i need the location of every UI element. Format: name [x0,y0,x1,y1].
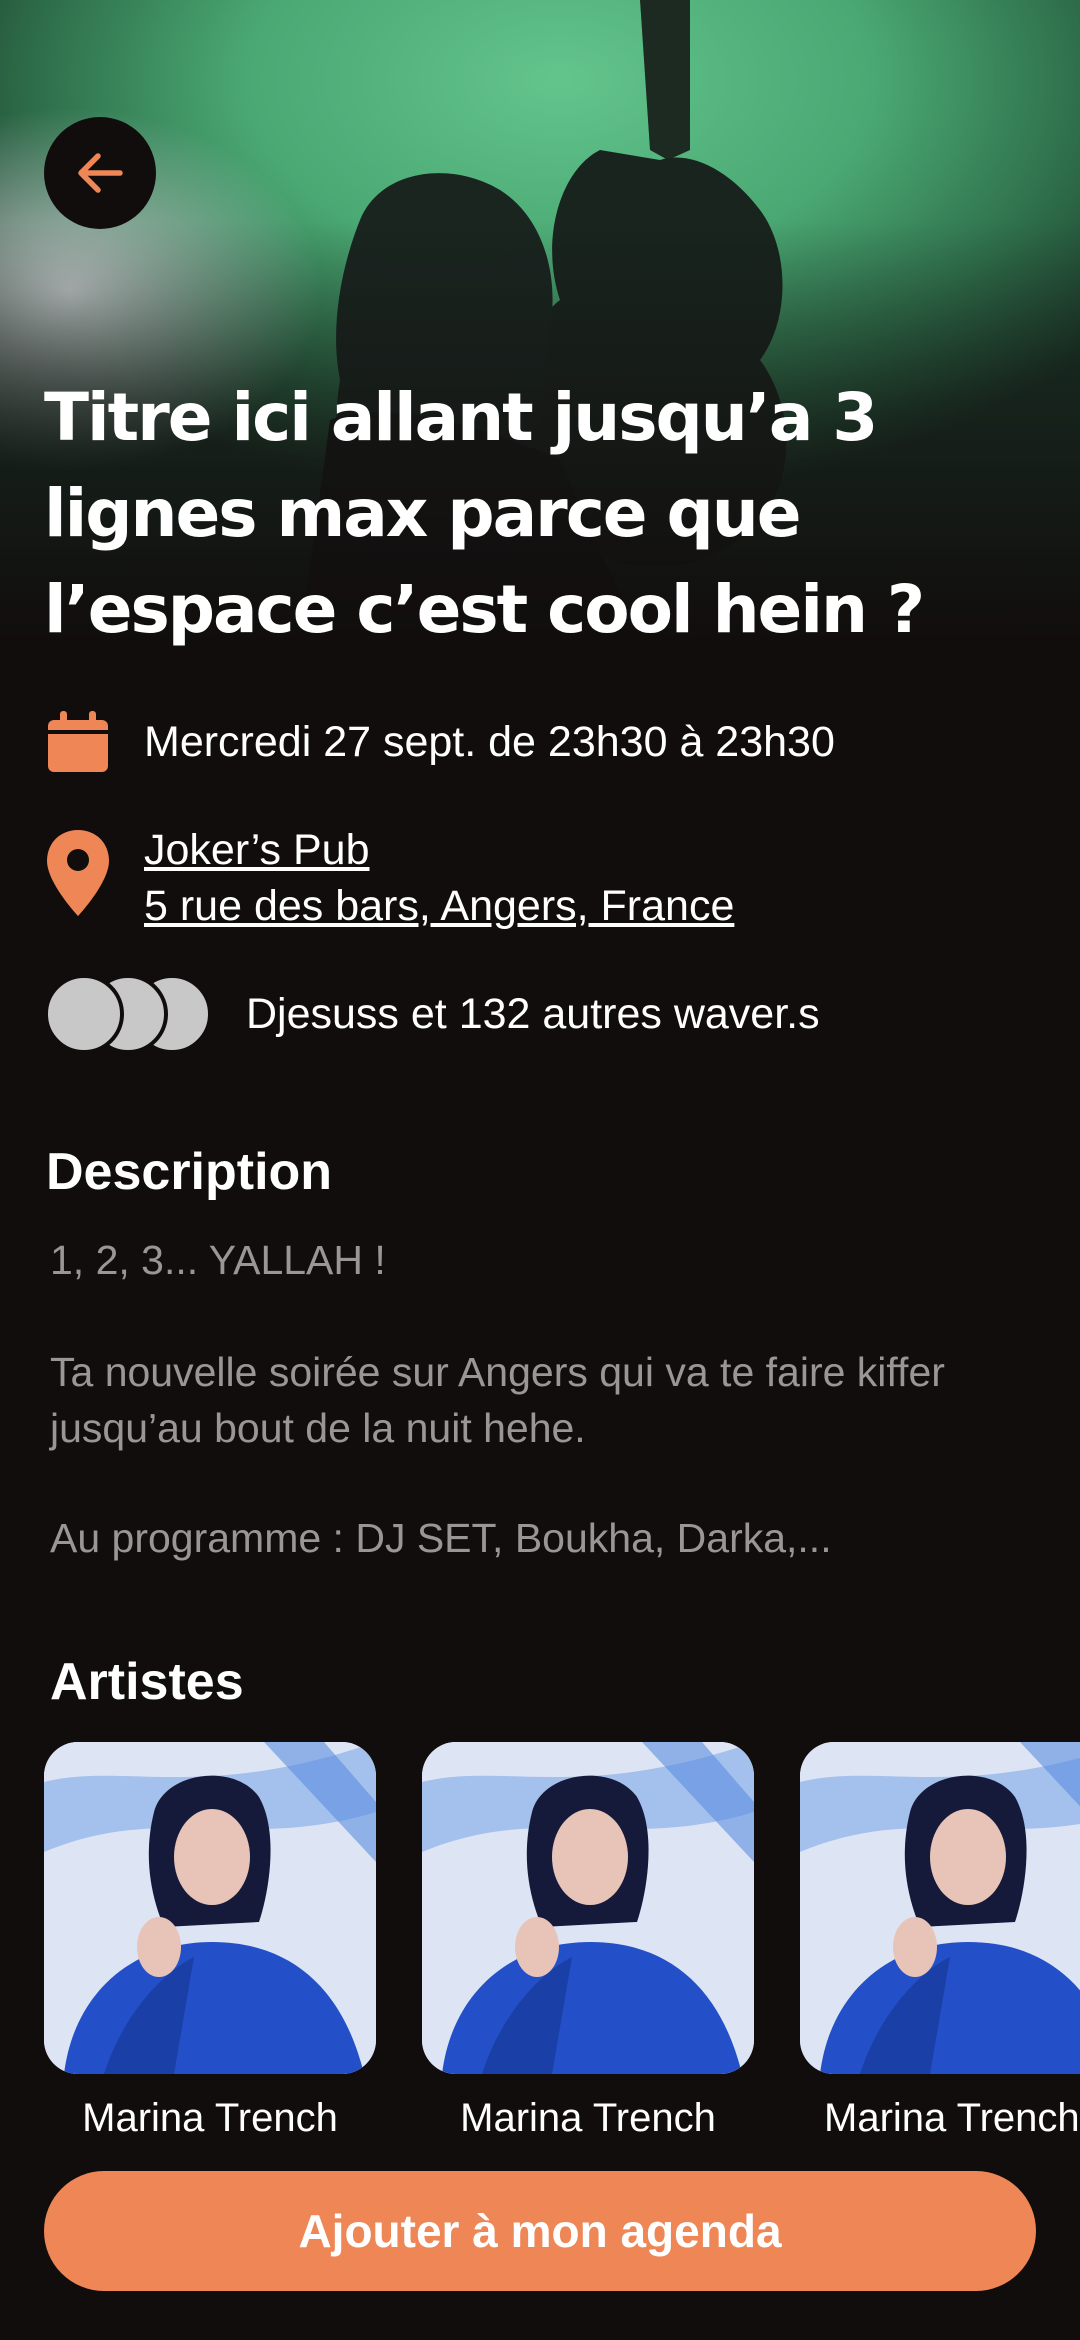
attendee-avatars [44,974,212,1054]
event-date-text: Mercredi 27 sept. de 23h30 à 23h30 [144,717,835,766]
calendar-icon [48,711,108,772]
attendees-row[interactable]: Djesuss et 132 autres waver.s [44,974,820,1054]
description-paragraph: Ta nouvelle soirée sur Angers qui va te … [50,1349,945,1451]
venue-address[interactable]: 5 rue des bars, Angers, France [144,878,734,934]
description-program: Au programme : DJ SET, Boukha, Darka,... [50,1515,832,1561]
artist-name: Marina Trench [824,2096,1080,2140]
location-pin-icon [47,830,109,916]
event-location-row: Joker’s Pub 5 rue des bars, Angers, Fran… [44,822,734,934]
description-line: 1, 2, 3... YALLAH ! [50,1237,386,1283]
artist-name: Marina Trench [460,2096,716,2140]
arrow-left-icon [78,153,123,193]
artist-card[interactable]: Marina Trench [800,1742,1080,2141]
artists-heading: Artistes [50,1653,244,1711]
venue-name[interactable]: Joker’s Pub [144,822,734,878]
venue-link[interactable]: Joker’s Pub 5 rue des bars, Angers, Fran… [144,822,734,934]
artist-photo[interactable] [800,1742,1080,2074]
attendees-text: Djesuss et 132 autres waver.s [246,989,820,1038]
add-to-agenda-button[interactable]: Ajouter à mon agenda [44,2171,1036,2291]
artist-name: Marina Trench [82,2096,338,2140]
event-date-row: Mercredi 27 sept. de 23h30 à 23h30 [44,708,835,776]
artist-photo[interactable] [422,1742,754,2074]
back-button[interactable] [44,117,156,229]
avatar [44,974,124,1054]
artist-card[interactable]: Marina Trench [422,1742,754,2141]
description-heading: Description [46,1143,333,1201]
artist-photo[interactable] [44,1742,376,2074]
event-title: Titre ici allant jusqu’a 3 lignes max pa… [44,379,925,648]
artist-card[interactable]: Marina Trench [44,1742,376,2141]
